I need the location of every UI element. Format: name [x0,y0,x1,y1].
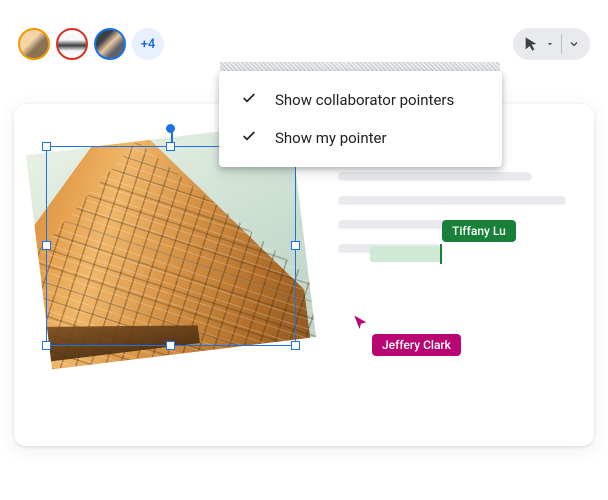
resize-handle-se[interactable] [291,341,300,350]
pointer-dropdown-button[interactable] [513,28,590,60]
menu-shadow-decoration [220,62,500,71]
collaborator-name-label: Tiffany Lu [442,220,516,242]
menu-item-my-pointer[interactable]: Show my pointer [219,119,502,157]
collaborator-avatars: +4 [18,28,164,60]
text-selection-highlight [370,246,440,262]
menu-item-collab-pointers[interactable]: Show collaborator pointers [219,81,502,119]
menu-item-label: Show my pointer [275,129,387,147]
text-line [338,172,532,181]
avatar-3[interactable] [94,28,126,60]
resize-handle-w[interactable] [42,241,51,250]
avatar-overflow[interactable]: +4 [132,28,164,60]
check-icon [241,128,257,148]
resize-handle-nw[interactable] [42,142,51,151]
resize-handle-sw[interactable] [42,341,51,350]
avatar-2[interactable] [56,28,88,60]
chevron-down-icon [568,38,580,50]
resize-handle-s[interactable] [166,341,175,350]
check-icon [241,90,257,110]
cursor-icon [523,36,539,52]
text-caret [440,244,442,264]
image-selection-box[interactable] [46,146,296,346]
pointer-dropdown-menu: Show collaborator pointers Show my point… [219,71,502,167]
divider [561,34,562,54]
avatar-1[interactable] [18,28,50,60]
resize-handle-n[interactable] [166,142,175,151]
resize-handle-e[interactable] [291,241,300,250]
menu-item-label: Show collaborator pointers [275,91,454,109]
collaborator-name-label: Jeffery Clark [372,334,461,356]
text-line [338,196,566,205]
rotate-handle[interactable] [166,124,175,133]
caret-down-icon [545,39,555,49]
